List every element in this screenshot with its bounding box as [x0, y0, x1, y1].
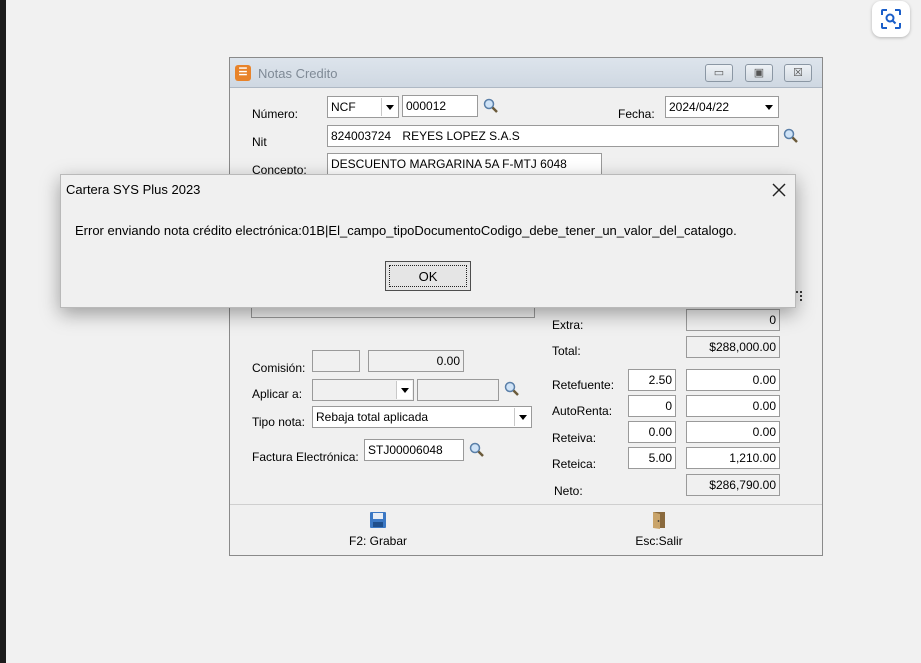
aplicar-search-icon[interactable]: [504, 381, 520, 397]
comision-label: Comisión:: [252, 361, 306, 375]
window-close-button[interactable]: ☒: [784, 64, 812, 82]
reteiva-pct-input[interactable]: 0.00: [628, 421, 676, 443]
numero-label: Número:: [252, 107, 299, 121]
reteiva-label: Reteiva:: [552, 431, 597, 445]
neto-label: Neto:: [554, 484, 583, 498]
factura-input[interactable]: STJ00006048: [364, 439, 464, 461]
concepto-input[interactable]: DESCUENTO MARGARINA 5A F-MTJ 6048: [327, 153, 602, 175]
exit-button[interactable]: Esc:Salir: [619, 511, 699, 548]
reteica-label: Reteica:: [552, 457, 597, 471]
fecha-label: Fecha:: [618, 107, 655, 121]
chevron-down-icon: [381, 98, 397, 116]
minimize-button[interactable]: ▭: [705, 64, 733, 82]
chevron-down-icon: [396, 381, 412, 399]
ok-button[interactable]: OK: [385, 261, 471, 291]
nit-name: REYES LOPEZ S.A.S: [402, 129, 520, 143]
retefuente-label: Retefuente:: [552, 378, 615, 392]
floppy-disk-icon: [370, 512, 386, 528]
exit-button-label: Esc:Salir: [635, 534, 683, 548]
aplicar-select[interactable]: [312, 379, 414, 401]
dialog-close-icon[interactable]: [769, 180, 789, 200]
factura-label: Factura Electrónica:: [252, 450, 359, 464]
save-button[interactable]: F2: Grabar: [338, 511, 418, 548]
maximize-button[interactable]: ▣: [745, 64, 773, 82]
tipo-nota-select[interactable]: Rebaja total aplicada: [312, 406, 532, 428]
tipo-nota-value: Rebaja total aplicada: [316, 410, 429, 424]
dialog-message: Error enviando nota crédito electrónica:…: [75, 223, 737, 238]
reteiva-value-field: 0.00: [686, 421, 780, 443]
image-search-button[interactable]: [872, 1, 910, 37]
fecha-picker[interactable]: 2024/04/22: [665, 96, 779, 118]
extra-field: 0: [686, 309, 780, 331]
ok-button-label: OK: [418, 268, 438, 284]
fecha-value: 2024/04/22: [669, 100, 730, 114]
save-button-label: F2: Grabar: [348, 534, 408, 548]
autorenta-pct-input[interactable]: 0: [628, 395, 676, 417]
autorenta-value-field: 0.00: [686, 395, 780, 417]
comision-value-field: 0.00: [368, 350, 464, 372]
extra-label: Extra:: [552, 318, 584, 332]
dialog-title: Cartera SYS Plus 2023: [66, 182, 201, 197]
total-field: $288,000.00: [686, 336, 780, 358]
resize-grip-icon: [796, 291, 802, 301]
window-titlebar: ☰ Notas Credito ▭ ▣ ☒: [230, 58, 822, 88]
numero-input[interactable]: 000012: [402, 95, 478, 117]
reteica-pct-input[interactable]: 5.00: [628, 447, 676, 469]
image-search-icon: [881, 9, 901, 29]
nit-value: 824003724: [331, 129, 392, 143]
numero-type-select[interactable]: NCF: [327, 96, 399, 118]
reteica-value-field: 1,210.00: [686, 447, 780, 469]
door-exit-icon: [653, 512, 665, 529]
neto-field: $286,790.00: [686, 474, 780, 496]
nit-input[interactable]: 824003724 REYES LOPEZ S.A.S: [327, 125, 779, 147]
total-label: Total:: [552, 344, 581, 358]
chevron-down-icon: [761, 98, 777, 116]
nit-label: Nit: [252, 135, 267, 149]
window-title: Notas Credito: [258, 66, 338, 81]
background-left-strip: [0, 0, 6, 663]
comision-pct-field[interactable]: [312, 350, 360, 372]
autorenta-label: AutoRenta:: [552, 404, 613, 418]
retefuente-value-field: 0.00: [686, 369, 780, 391]
aplicar-label: Aplicar a:: [252, 387, 303, 401]
nit-search-icon[interactable]: [783, 128, 799, 144]
error-dialog: Cartera SYS Plus 2023 Error enviando not…: [60, 174, 802, 308]
bottom-toolbar: F2: Grabar Esc:Salir: [230, 504, 822, 555]
app-icon: ☰: [235, 65, 251, 81]
chevron-down-icon: [514, 408, 530, 426]
aplicar-extra-field: [417, 379, 499, 401]
factura-search-icon[interactable]: [469, 442, 485, 458]
numero-type-value: NCF: [331, 100, 356, 114]
tipo-nota-label: Tipo nota:: [252, 415, 305, 429]
retefuente-pct-input[interactable]: 2.50: [628, 369, 676, 391]
numero-search-icon[interactable]: [483, 98, 499, 114]
